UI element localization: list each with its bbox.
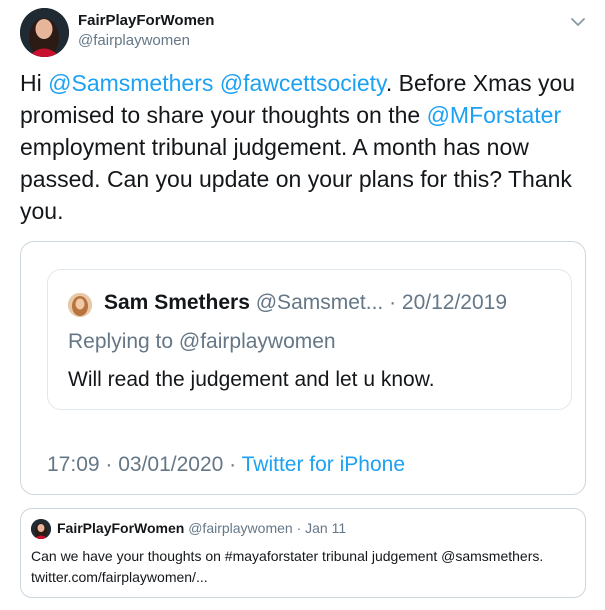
tweet-header: FairPlayForWomen @fairplaywomen	[20, 8, 590, 58]
mention-link[interactable]: @fawcettsociety	[220, 70, 386, 96]
author-name[interactable]: FairPlayForWomen	[78, 12, 214, 29]
quote-tweet-avatar	[31, 519, 51, 539]
replying-to-label: Replying to @fairplaywomen	[68, 330, 336, 353]
reply-tweet-card[interactable]: Sam Smethers @Samsmet... · 20/12/2019 Re…	[47, 269, 572, 410]
reply-author-avatar	[68, 293, 92, 317]
author-avatar[interactable]	[20, 8, 69, 57]
chevron-down-icon[interactable]	[566, 10, 590, 34]
mention-link[interactable]: @MForstater	[427, 102, 562, 128]
reply-author-line: Sam Smethers @Samsmet... · 20/12/2019	[104, 291, 507, 315]
quote-tweet-meta: @fairplaywomen · Jan 11	[184, 520, 347, 536]
quoted-timestamp: 17:09 · 03/01/2020 ·	[47, 453, 242, 476]
tweet-text: Hi @Samsmethers @fawcettsociety. Before …	[20, 67, 590, 227]
quote-tweet-text: Can we have your thoughts on #mayaforsta…	[31, 548, 544, 585]
reply-author-name: Sam Smethers	[104, 291, 250, 314]
quoted-tweet-card[interactable]: Sam Smethers @Samsmet... · 20/12/2019 Re…	[20, 241, 586, 495]
quoted-timestamp-line: 17:09 · 03/01/2020 · Twitter for iPhone	[47, 453, 405, 477]
author-handle[interactable]: @fairplaywomen	[78, 32, 190, 49]
quote-tweet-card[interactable]: FairPlayForWomen @fairplaywomen · Jan 11…	[20, 508, 586, 598]
reply-text: Will read the judgement and let u know.	[68, 368, 435, 391]
quoted-source-link[interactable]: Twitter for iPhone	[242, 453, 405, 476]
reply-author-meta: @Samsmet... · 20/12/2019	[249, 291, 508, 314]
tweet-text-segment: Hi	[20, 70, 49, 96]
tweet-text-segment: employment tribunal judgement. A month h…	[20, 134, 572, 224]
quote-tweet-author-name: FairPlayForWomen	[57, 520, 185, 536]
quote-tweet-author-line: FairPlayForWomen @fairplaywomen · Jan 11	[57, 520, 346, 536]
mention-link[interactable]: @Samsmethers	[48, 70, 213, 96]
